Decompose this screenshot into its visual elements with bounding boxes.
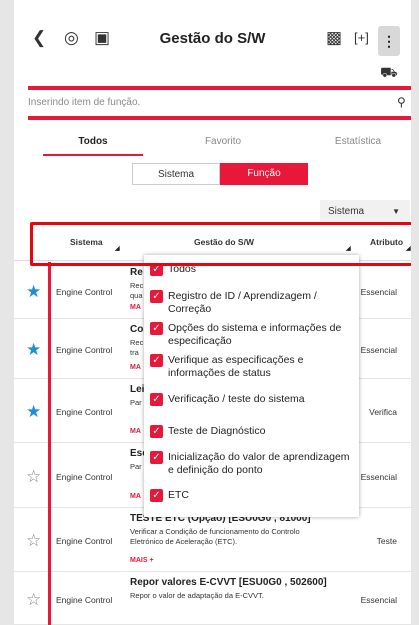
row-accent-bar bbox=[48, 379, 51, 443]
more-link[interactable]: MA bbox=[130, 493, 141, 500]
row-attribute: Essencial bbox=[360, 345, 397, 355]
star-outline-icon[interactable]: ☆ bbox=[26, 467, 41, 487]
car-icon[interactable]: ⛟ bbox=[380, 64, 398, 83]
row-title: Co bbox=[130, 324, 144, 335]
row-system: Engine Control bbox=[56, 595, 113, 605]
row-attribute: Essencial bbox=[360, 472, 397, 482]
row-description: Rec qua bbox=[130, 281, 144, 300]
more-link[interactable]: MA bbox=[130, 304, 141, 311]
row-description: Repor o valor de adaptação da E-CVVT. bbox=[130, 591, 264, 600]
more-menu-button[interactable]: ⋮ bbox=[378, 26, 400, 56]
more-link[interactable]: MA bbox=[130, 364, 141, 371]
row-description: Par bbox=[130, 398, 142, 407]
caret-down-icon: ▼ bbox=[392, 207, 400, 216]
checkbox-checked-icon[interactable]: ✓ bbox=[150, 489, 163, 502]
divider bbox=[28, 116, 411, 120]
tab-todos[interactable]: Todos bbox=[73, 136, 113, 147]
filter-option[interactable]: ✓ Teste de Diagnóstico bbox=[150, 425, 353, 438]
expand-icon[interactable]: [+] bbox=[354, 30, 369, 45]
active-tab-indicator bbox=[43, 154, 143, 156]
row-attribute: Verifica bbox=[369, 407, 397, 417]
row-description: Par bbox=[130, 462, 142, 471]
star-filled-icon[interactable]: ★ bbox=[26, 282, 41, 302]
star-filled-icon[interactable]: ★ bbox=[26, 402, 41, 422]
row-system: Engine Control bbox=[56, 407, 113, 417]
row-system: Engine Control bbox=[56, 345, 113, 355]
star-filled-icon[interactable]: ★ bbox=[26, 340, 41, 360]
row-description: Verificar a Condição de funcionamento do… bbox=[130, 527, 300, 546]
table-row[interactable]: ☆ Engine Control TESTE ETC (Opção) [ESU0G0… bbox=[14, 508, 411, 572]
segment-sistema[interactable]: Sistema bbox=[132, 163, 220, 185]
top-bar: ❮ ◎ ▣ Gestão do S/W ▩ [+] ⋮ bbox=[14, 22, 411, 58]
system-dropdown[interactable]: Sistema ▼ bbox=[320, 200, 410, 224]
search-icon[interactable]: ⚲ bbox=[397, 95, 406, 109]
row-system: Engine Control bbox=[56, 472, 113, 482]
segment-funcao[interactable]: Função bbox=[220, 163, 308, 185]
row-attribute: Teste bbox=[376, 536, 397, 546]
star-outline-icon[interactable]: ☆ bbox=[26, 590, 41, 610]
filter-option[interactable]: ✓ ETC bbox=[150, 489, 353, 502]
divider bbox=[28, 86, 411, 90]
row-system: Engine Control bbox=[56, 287, 113, 297]
row-system: Engine Control bbox=[56, 536, 113, 546]
row-accent-bar bbox=[48, 443, 51, 508]
filter-option[interactable]: ✓ Registro de ID / Aprendizagem / Correçã… bbox=[150, 290, 353, 316]
row-accent-bar bbox=[48, 508, 51, 572]
app-screen: ❮ ◎ ▣ Gestão do S/W ▩ [+] ⋮ ⛟ Inserindo … bbox=[14, 0, 411, 625]
header-highlight-frame bbox=[30, 222, 411, 266]
checkbox-checked-icon[interactable]: ✓ bbox=[150, 425, 163, 438]
filter-option[interactable]: ✓ Verificação / teste do sistema bbox=[150, 393, 353, 406]
checkbox-checked-icon[interactable]: ✓ bbox=[150, 393, 163, 406]
row-title: Lei bbox=[130, 384, 145, 395]
filter-option[interactable]: ✓ Inicialização do valor de aprendizagem … bbox=[150, 451, 353, 477]
checkbox-checked-icon[interactable]: ✓ bbox=[150, 290, 163, 303]
filter-popup: ✓ Todos ✓ Registro de ID / Aprendizagem / … bbox=[144, 255, 359, 517]
row-attribute: Essencial bbox=[360, 287, 397, 297]
tab-estatistica[interactable]: Estatística bbox=[323, 136, 393, 147]
row-accent-bar bbox=[48, 262, 51, 319]
table-row[interactable]: ☆ Engine Control Repor valores E-CVVT [ESU… bbox=[14, 572, 411, 625]
row-accent-bar bbox=[48, 319, 51, 379]
schedule-icon[interactable]: ▩ bbox=[326, 28, 342, 48]
checkbox-checked-icon[interactable]: ✓ bbox=[150, 354, 163, 367]
tab-favorito[interactable]: Favorito bbox=[193, 136, 253, 147]
more-link[interactable]: MAIS + bbox=[130, 557, 154, 564]
row-description: Rec tra bbox=[130, 338, 144, 357]
tab-bar: Todos Favorito Estatística bbox=[28, 128, 411, 156]
search-input[interactable]: Inserindo item de função. ⚲ bbox=[28, 92, 411, 114]
row-title: Re bbox=[130, 267, 143, 278]
checkbox-checked-icon[interactable]: ✓ bbox=[150, 451, 163, 464]
page-title: Gestão do S/W bbox=[159, 30, 266, 47]
row-attribute: Essencial bbox=[360, 595, 397, 605]
row-title: Repor valores E-CVVT [ESU0G0 , 502600] bbox=[130, 577, 327, 588]
filter-option[interactable]: ✓ Opções do sistema e informações de espe… bbox=[150, 322, 353, 348]
more-link[interactable]: MA bbox=[130, 428, 141, 435]
row-accent-bar bbox=[48, 572, 51, 625]
star-outline-icon[interactable]: ☆ bbox=[26, 531, 41, 551]
filter-option[interactable]: ✓ Verifique as especificações e informaçõ… bbox=[150, 354, 353, 380]
checkbox-checked-icon[interactable]: ✓ bbox=[150, 322, 163, 335]
